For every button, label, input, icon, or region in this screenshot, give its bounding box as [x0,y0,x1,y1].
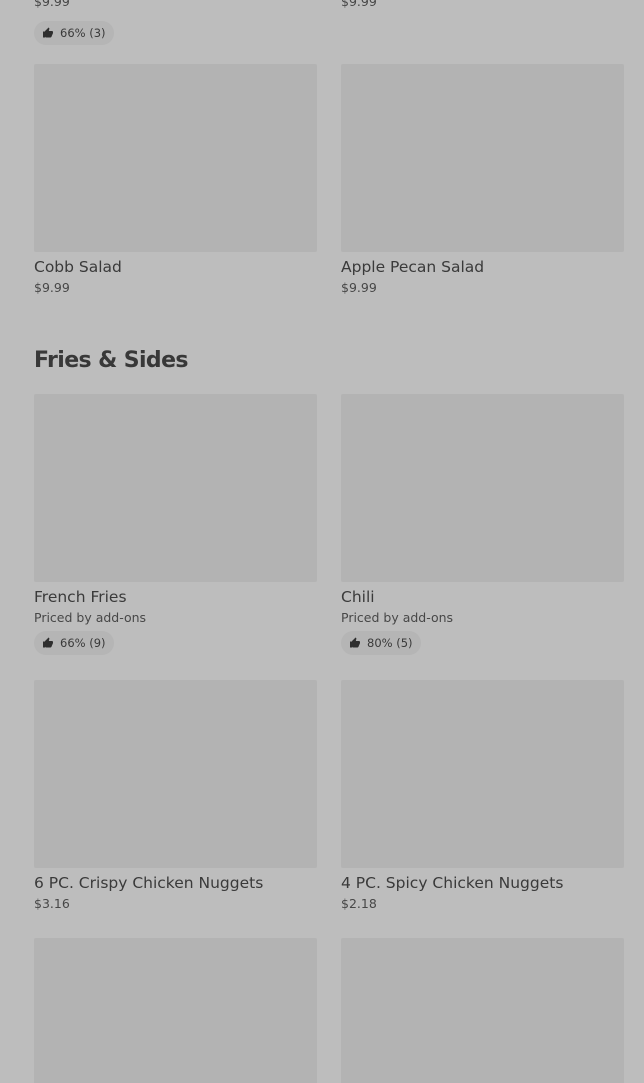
menu-item-card[interactable]: Apple Pecan Salad $9.99 [341,64,624,296]
item-name: French Fries [34,588,127,606]
item-image[interactable] [341,64,624,252]
item-name: 4 PC. Spicy Chicken Nuggets [341,874,564,892]
item-image[interactable] [34,394,317,582]
item-name: 6 PC. Crispy Chicken Nuggets [34,874,264,892]
menu-item-card[interactable]: 6 PC. Crispy Chicken Nuggets $3.16 [34,680,317,912]
item-price: $2.18 [341,896,377,911]
rating-text: 66% (3) [60,26,106,40]
item-name: Apple Pecan Salad [341,258,485,276]
menu-item-card[interactable]: Cobb Salad $9.99 [34,64,317,296]
item-name: Chili [341,588,375,606]
item-image[interactable] [341,938,624,1083]
item-price: $9.99 [34,0,70,9]
thumbs-up-icon [350,637,360,648]
thumbs-up-icon [43,27,53,38]
item-name: Cobb Salad [34,258,122,276]
rating-text: 80% (5) [367,636,413,650]
item-image[interactable] [341,680,624,868]
rating-badge: 66% (3) [34,21,114,45]
menu-item-card[interactable] [341,938,624,1083]
menu-item-card[interactable]: Chili Priced by add-ons 80% (5) [341,394,624,655]
item-image[interactable] [34,680,317,868]
rating-badge: 66% (9) [34,631,114,655]
menu-item-card[interactable] [34,938,317,1083]
rating-badge: 80% (5) [341,631,421,655]
section-title: Fries & Sides [34,348,188,373]
item-price: $9.99 [34,280,70,295]
thumbs-up-icon [43,637,53,648]
menu-item-card[interactable]: French Fries Priced by add-ons 66% (9) [34,394,317,655]
item-price: Priced by add-ons [34,610,147,625]
item-price: $3.16 [34,896,70,911]
item-image[interactable] [34,64,317,252]
item-price: $9.99 [341,280,377,295]
menu-page: $9.99 66% (3) $9.99 Cobb Salad $9.99 App… [0,0,644,1083]
item-image[interactable] [34,938,317,1083]
rating-text: 66% (9) [60,636,106,650]
item-image[interactable] [341,394,624,582]
item-price: Priced by add-ons [341,610,454,625]
menu-item-card[interactable]: 4 PC. Spicy Chicken Nuggets $2.18 [341,680,624,912]
item-price: $9.99 [341,0,377,9]
